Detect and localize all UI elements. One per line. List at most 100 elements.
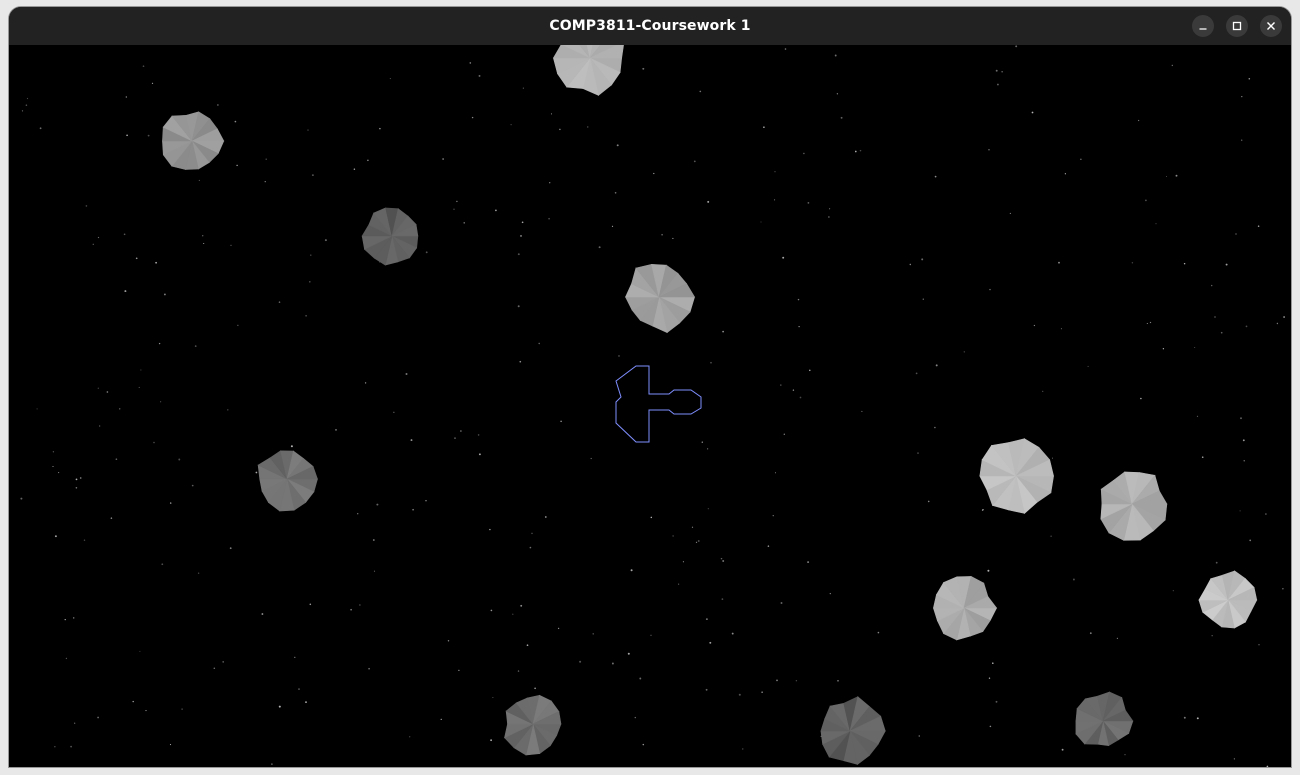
asteroid <box>552 45 624 96</box>
star <box>115 458 118 461</box>
star <box>1240 417 1242 420</box>
star <box>393 411 395 413</box>
star <box>1137 119 1140 122</box>
star <box>1241 139 1243 141</box>
game-canvas[interactable] <box>9 45 1291 767</box>
star <box>458 669 460 672</box>
star <box>309 603 312 606</box>
star <box>512 613 514 615</box>
star <box>495 209 497 212</box>
game-scene <box>20 45 1286 767</box>
star <box>169 744 172 746</box>
star <box>517 670 520 672</box>
star <box>1089 632 1092 635</box>
star <box>490 739 492 742</box>
star <box>36 408 38 410</box>
star <box>861 410 863 412</box>
asteroid <box>625 263 696 334</box>
star <box>549 182 551 184</box>
star <box>181 708 183 710</box>
title-bar[interactable]: COMP3811-Coursework 1 <box>9 7 1291 45</box>
star <box>138 386 140 388</box>
star <box>234 120 237 123</box>
star <box>237 324 239 326</box>
star <box>99 425 101 427</box>
star <box>520 234 522 237</box>
asteroid <box>162 111 225 170</box>
star <box>412 508 414 511</box>
star <box>265 158 267 160</box>
star <box>123 233 126 236</box>
star <box>639 677 642 680</box>
star <box>614 191 617 194</box>
star <box>132 700 134 703</box>
star <box>85 205 88 207</box>
star <box>587 126 589 128</box>
star <box>981 509 983 511</box>
star <box>917 452 919 454</box>
minimize-button[interactable] <box>1192 15 1214 37</box>
star <box>1072 578 1075 581</box>
star <box>425 251 428 254</box>
star <box>774 472 777 474</box>
star <box>1080 158 1082 160</box>
star <box>1061 748 1064 751</box>
asteroid <box>932 575 998 641</box>
star <box>372 539 375 541</box>
asteroid <box>1198 570 1258 629</box>
star <box>25 104 28 106</box>
star <box>161 563 164 566</box>
star <box>510 124 512 126</box>
star <box>364 382 367 384</box>
star <box>661 233 663 236</box>
star <box>742 748 744 750</box>
star <box>1241 95 1243 98</box>
star <box>202 235 204 237</box>
star <box>367 159 369 162</box>
star <box>988 677 991 679</box>
star <box>560 420 562 423</box>
star <box>39 127 42 130</box>
star <box>471 116 474 119</box>
star <box>1033 324 1036 327</box>
asteroid <box>257 450 318 512</box>
star <box>1050 535 1052 537</box>
star <box>236 164 238 167</box>
star <box>1220 331 1223 334</box>
star <box>590 457 592 460</box>
star <box>1245 325 1248 328</box>
star <box>1243 460 1245 462</box>
star <box>1257 225 1260 227</box>
star <box>934 175 937 178</box>
star <box>616 144 619 147</box>
star <box>58 472 60 474</box>
star <box>1001 71 1003 73</box>
star <box>1233 758 1236 760</box>
star <box>469 62 472 64</box>
star <box>935 364 938 367</box>
star <box>1166 176 1167 177</box>
star <box>544 516 547 518</box>
star <box>989 288 991 291</box>
maximize-button[interactable] <box>1226 15 1248 37</box>
star <box>409 736 411 738</box>
star <box>1242 439 1245 442</box>
star <box>731 632 734 635</box>
star <box>151 82 154 85</box>
star <box>477 434 480 436</box>
star <box>721 598 724 600</box>
star <box>92 243 94 245</box>
star <box>538 342 540 345</box>
star <box>922 298 924 300</box>
star <box>169 502 172 504</box>
star <box>693 160 696 163</box>
star <box>834 54 837 57</box>
close-button[interactable] <box>1260 15 1282 37</box>
star <box>529 546 532 549</box>
star <box>798 325 800 328</box>
star <box>97 387 99 389</box>
star <box>379 127 381 130</box>
asteroid-field <box>162 45 1258 765</box>
star <box>807 202 810 204</box>
star <box>271 763 273 765</box>
